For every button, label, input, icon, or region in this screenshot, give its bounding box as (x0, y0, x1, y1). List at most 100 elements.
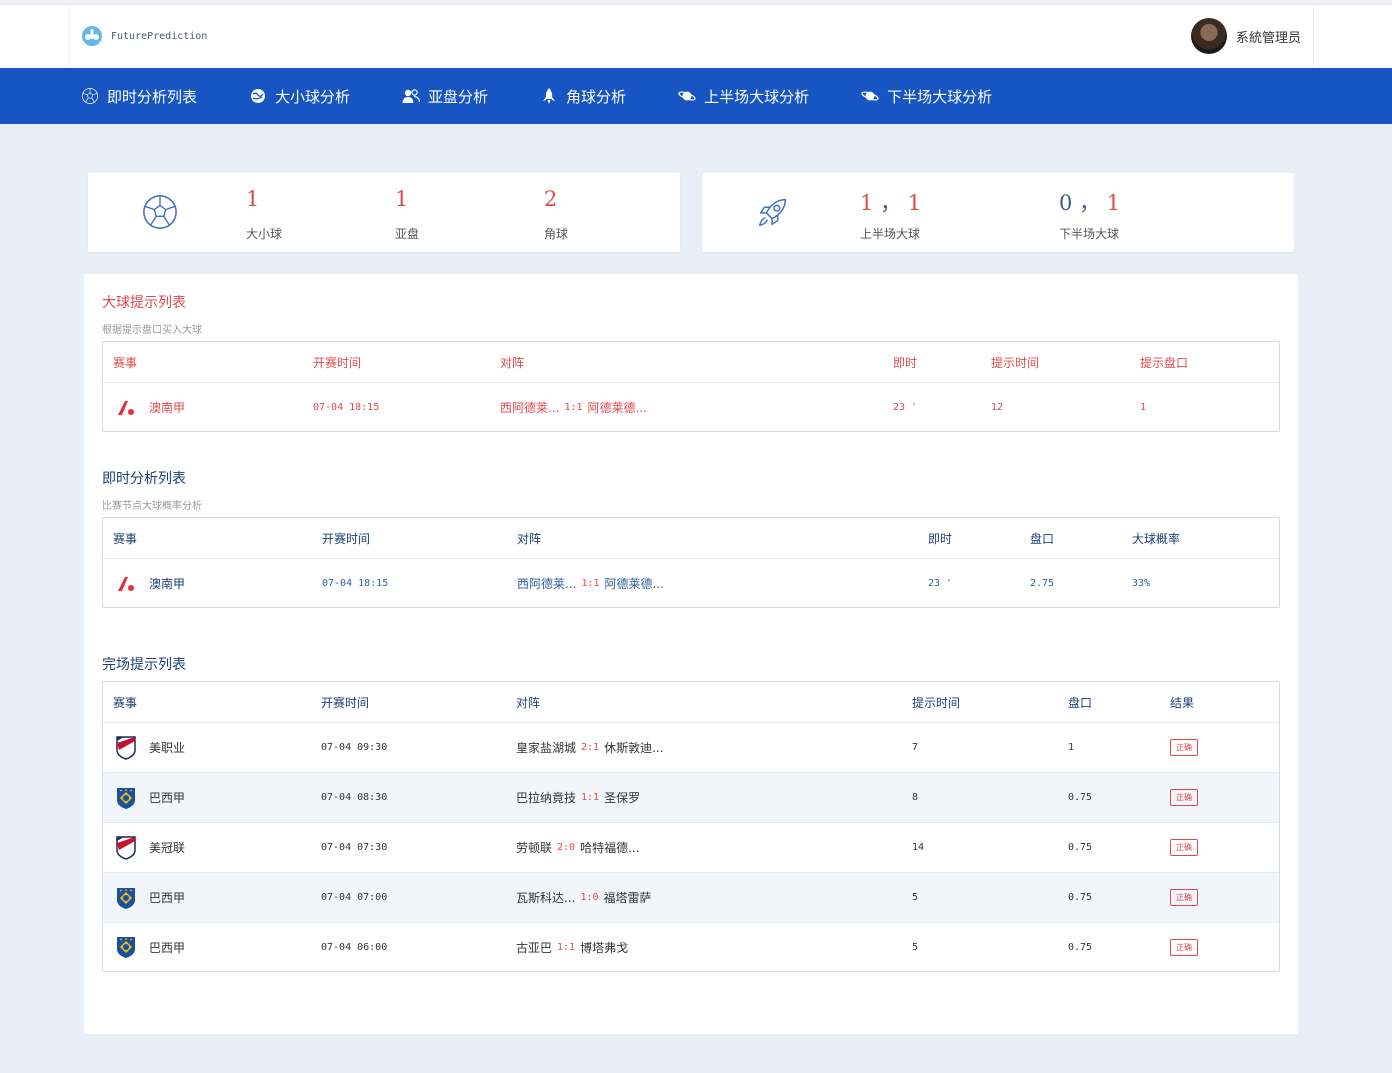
league-name: 澳南甲 (149, 576, 186, 591)
stat-label: 角球 (544, 227, 569, 241)
nav-item-corners[interactable]: 角球分析 (540, 68, 626, 124)
col-header: 结果 (1170, 695, 1195, 710)
result-badge: 正确 (1170, 839, 1198, 856)
away-team: 阿德莱德... (604, 576, 664, 591)
match-time: 07-04 07:00 (321, 892, 388, 903)
col-header: 开赛时间 (322, 531, 371, 546)
col-header: 大球概率 (1132, 531, 1181, 546)
result-cell: 正确 (1170, 723, 1198, 772)
away-team: 哈特福德... (580, 841, 640, 855)
stat-asian-handicap: 1 亚盘 (395, 187, 419, 242)
league-name: 巴西甲 (149, 891, 186, 905)
table-header: 赛事 开赛时间 对阵 即时 盘口 大球概率 (103, 518, 1279, 559)
home-team: 皇家盐湖城 (516, 741, 577, 755)
nav-item-second-half-over[interactable]: 下半场大球分析 (861, 68, 992, 124)
league-cell: 巴西甲 (115, 873, 185, 922)
match-cell: 巴拉纳竟技 1:1 圣保罗 (516, 773, 640, 822)
user-name: 系統管理员 (1235, 30, 1301, 46)
col-header: 盘口 (1068, 695, 1093, 710)
table-live-analysis: 赛事 开赛时间 对阵 即时 盘口 大球概率 澳南甲 07-04 18:15 西阿… (102, 517, 1280, 608)
section-title-big-ball: 大球提示列表 (102, 295, 186, 311)
home-team: 劳顿联 (516, 841, 553, 855)
table-row[interactable]: 澳南甲 07-04 18:15 西阿德莱... 1:1 阿德莱德... 23 '… (103, 383, 1279, 431)
soccer-ball-icon (81, 87, 99, 105)
league-cell: 巴西甲 (115, 923, 185, 971)
result-cell: 正确 (1170, 873, 1198, 922)
league-cell: 巴西甲 (115, 773, 185, 822)
live-minute: 23 ' (928, 577, 953, 589)
league-name: 巴西甲 (149, 940, 186, 955)
nav-label: 亚盘分析 (428, 87, 489, 106)
away-team: 阿德莱德... (587, 400, 647, 415)
globe-icon (249, 87, 267, 105)
table-row[interactable]: 澳南甲 07-04 18:15 西阿德莱... 1:1 阿德莱德... 23 '… (103, 559, 1279, 607)
table-full-time: 赛事 开赛时间 对阵 提示时间 盘口 结果 美职业 07-04 09:30 皇家… (102, 681, 1280, 972)
col-header: 开赛时间 (313, 355, 362, 370)
home-team: 古亚巴 (516, 940, 553, 955)
stats-card-markets: 1 大小球 1 亚盘 2 角球 (88, 173, 680, 252)
app-header: FuturePrediction 系統管理员 (0, 5, 1392, 68)
league-cell: 美职业 (115, 723, 185, 772)
col-header: 赛事 (113, 355, 138, 370)
mls-logo-icon (115, 835, 137, 860)
home-team: 巴拉纳竟技 (516, 791, 577, 805)
match-cell: 西阿德莱... 1:1 阿德莱德... (500, 383, 647, 431)
nav-item-over-under[interactable]: 大小球分析 (249, 68, 350, 124)
section-subtitle-live-analysis: 比赛节点大球概率分析 (102, 501, 202, 512)
result-cell: 正确 (1170, 823, 1198, 872)
score: 2:1 (581, 742, 600, 753)
table-row[interactable]: 巴西甲 07-04 08:30 巴拉纳竟技 1:1 圣保罗 8 0.75 正确 (103, 773, 1279, 823)
match-time: 07-04 07:30 (321, 842, 388, 853)
result-badge: 正确 (1170, 739, 1198, 756)
col-header: 赛事 (113, 531, 138, 546)
match-cell: 瓦斯科达... 1:0 福塔雷萨 (516, 873, 652, 922)
match-time: 07-04 18:15 (322, 577, 389, 589)
brand-mark-icon (82, 26, 102, 46)
col-header: 赛事 (113, 695, 138, 710)
col-header: 对阵 (516, 695, 541, 710)
nav-label: 大小球分析 (275, 87, 351, 106)
handicap-line: 0.75 (1068, 842, 1093, 853)
col-header: 提示盘口 (1140, 355, 1189, 370)
handicap-line: 0.75 (1068, 892, 1093, 903)
section-subtitle-big-ball: 根据提示盘口买入大球 (102, 325, 202, 336)
table-row[interactable]: 美冠联 07-04 07:30 劳顿联 2:0 哈特福德... 14 0.75 … (103, 823, 1279, 873)
brand-logo[interactable]: FuturePrediction (81, 25, 207, 47)
stat-label: 大小球 (246, 227, 283, 241)
away-team: 福塔雷萨 (603, 891, 652, 905)
nav-item-first-half-over[interactable]: 上半场大球分析 (678, 68, 809, 124)
score: 1:1 (581, 792, 600, 803)
league-cell: 澳南甲 (115, 559, 185, 607)
stat-value-a: 1 (860, 191, 874, 215)
live-minute: 23 ' (893, 401, 918, 413)
handicap-line: 2.75 (1030, 577, 1055, 589)
stat-over-under: 1 大小球 (246, 187, 282, 242)
match-cell: 古亚巴 1:1 博塔弗戈 (516, 923, 628, 971)
users-icon (402, 87, 421, 105)
stat-value: 0 ， 1 (1059, 187, 1120, 217)
table-row[interactable]: 巴西甲 07-04 06:00 古亚巴 1:1 博塔弗戈 5 0.75 正确 (103, 923, 1279, 971)
tip-time: 8 (912, 792, 919, 803)
nav-item-asian-handicap[interactable]: 亚盘分析 (402, 68, 488, 124)
nav-label: 上半场大球分析 (704, 87, 810, 106)
away-team: 圣保罗 (604, 791, 641, 805)
table-header: 赛事 开赛时间 对阵 提示时间 盘口 结果 (103, 682, 1279, 723)
a-league-logo-icon (115, 396, 137, 418)
user-menu[interactable]: 系統管理员 (1190, 18, 1301, 54)
table-row[interactable]: 巴西甲 07-04 07:00 瓦斯科达... 1:0 福塔雷萨 5 0.75 … (103, 873, 1279, 923)
home-team: 西阿德莱... (500, 400, 560, 415)
section-title-live-analysis: 即时分析列表 (102, 471, 186, 487)
stat-separator: ， (880, 191, 902, 215)
match-time: 07-04 09:30 (321, 742, 388, 753)
brand-name: FuturePrediction (111, 30, 208, 42)
table-header: 赛事 开赛时间 对阵 即时 提示时间 提示盘口 (103, 342, 1279, 383)
table-row[interactable]: 美职业 07-04 09:30 皇家盐湖城 2:1 休斯敦迪... 7 1 正确 (103, 723, 1279, 773)
col-header: 对阵 (517, 531, 542, 546)
result-cell: 正确 (1170, 923, 1198, 971)
nav-item-live-analysis[interactable]: 即时分析列表 (81, 68, 197, 124)
avatar[interactable] (1190, 18, 1227, 54)
col-header: 盘口 (1030, 531, 1055, 546)
brazil-cbf-logo-icon (115, 887, 137, 909)
result-badge: 正确 (1170, 789, 1198, 806)
brazil-cbf-logo-icon (115, 787, 137, 809)
